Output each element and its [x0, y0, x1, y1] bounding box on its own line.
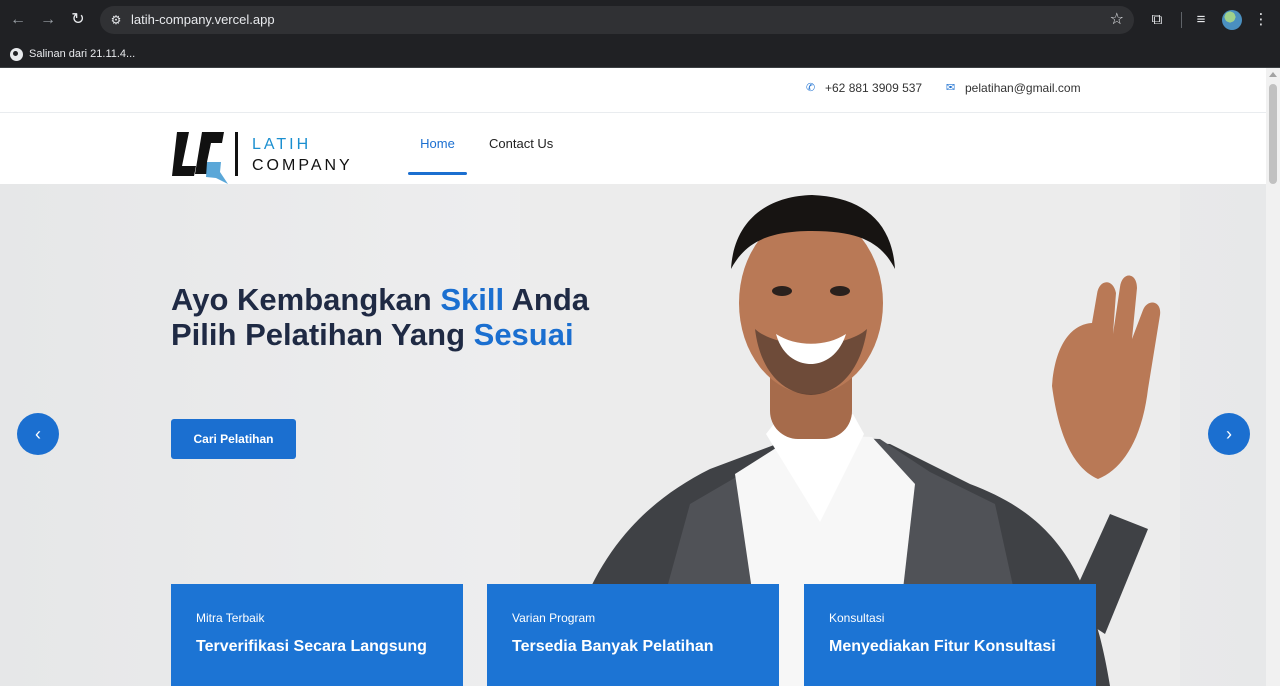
- chevron-left-icon: ‹: [35, 424, 41, 444]
- phone-number: +62 881 3909 537: [825, 81, 923, 95]
- bookmark-item[interactable]: Salinan dari 21.11.4...: [10, 44, 135, 64]
- logo-text-company: COMPANY: [252, 157, 353, 174]
- site-settings-icon[interactable]: ⚙: [108, 12, 124, 28]
- browser-menu-icon[interactable]: ⋮: [1250, 9, 1272, 31]
- vertical-scrollbar[interactable]: [1266, 68, 1280, 686]
- next-slide-button[interactable]: ›: [1208, 413, 1250, 455]
- card-title: Menyediakan Fitur Konsultasi: [829, 638, 1056, 655]
- card-title: Terverifikasi Secara Langsung: [196, 638, 427, 655]
- email-address: pelatihan@gmail.com: [965, 81, 1081, 95]
- headline-part-3: Pilih Pelatihan Yang: [171, 317, 474, 352]
- hero-headline: Ayo Kembangkan Skill Anda Pilih Pelatiha…: [171, 282, 589, 352]
- reload-icon[interactable]: ↻: [66, 8, 90, 32]
- logo-divider: [235, 132, 238, 176]
- phone-contact[interactable]: ✆ +62 881 3909 537: [806, 81, 922, 95]
- nav-home[interactable]: Home: [408, 136, 467, 151]
- card-title: Tersedia Banyak Pelatihan: [512, 638, 714, 655]
- headline-part-2: Anda: [504, 282, 590, 317]
- bookmark-label: Salinan dari 21.11.4...: [29, 48, 136, 60]
- card-eyebrow: Varian Program: [512, 611, 596, 625]
- email-contact[interactable]: ✉ pelatihan@gmail.com: [946, 81, 1081, 95]
- phone-icon: ✆: [806, 82, 816, 94]
- feature-card-konsultasi: Konsultasi Menyediakan Fitur Konsultasi: [804, 584, 1096, 686]
- feature-card-mitra: Mitra Terbaik Terverifikasi Secara Langs…: [171, 584, 463, 686]
- headline-skill: Skill: [440, 282, 505, 317]
- hero-carousel: Ayo Kembangkan Skill Anda Pilih Pelatiha…: [0, 184, 1266, 686]
- forward-icon[interactable]: →: [36, 8, 60, 32]
- extensions-icon[interactable]: ⧉: [1146, 9, 1168, 31]
- card-eyebrow: Mitra Terbaik: [196, 611, 265, 625]
- mail-icon: ✉: [946, 82, 956, 94]
- globe-icon: [10, 47, 23, 61]
- browser-toolbar: ← → ↻ ⚙ latih-company.vercel.app ☆ ⧉ ≡ ⋮: [0, 0, 1280, 40]
- logo-icon[interactable]: [172, 132, 228, 184]
- address-bar[interactable]: ⚙ latih-company.vercel.app ☆: [100, 6, 1134, 34]
- headline-part-1: Ayo Kembangkan: [171, 282, 441, 317]
- cari-pelatihan-button[interactable]: Cari Pelatihan: [171, 419, 296, 459]
- media-control-icon[interactable]: ≡: [1190, 9, 1212, 31]
- back-icon[interactable]: ←: [6, 8, 30, 32]
- toolbar-divider: [1181, 12, 1182, 28]
- logo-text-latih: LATIH: [252, 136, 312, 153]
- card-eyebrow: Konsultasi: [829, 611, 885, 625]
- bookmarks-bar: Salinan dari 21.11.4...: [0, 40, 1280, 68]
- scrollbar-thumb[interactable]: [1269, 84, 1277, 184]
- url-text[interactable]: latih-company.vercel.app: [131, 6, 275, 34]
- chevron-right-icon: ›: [1226, 424, 1232, 444]
- bookmark-star-icon[interactable]: ☆: [1110, 10, 1124, 30]
- previous-slide-button[interactable]: ‹: [17, 413, 59, 455]
- nav-contact-us[interactable]: Contact Us: [489, 136, 553, 151]
- contact-topbar: ✆ +62 881 3909 537 ✉ pelatihan@gmail.com: [0, 68, 1266, 113]
- main-navbar: LATIH COMPANY Home Contact Us: [0, 114, 1266, 184]
- profile-avatar[interactable]: [1222, 10, 1242, 30]
- scroll-up-icon[interactable]: [1269, 72, 1277, 77]
- headline-sesuai: Sesuai: [473, 317, 574, 352]
- web-page: ✆ +62 881 3909 537 ✉ pelatihan@gmail.com…: [0, 68, 1266, 686]
- feature-card-program: Varian Program Tersedia Banyak Pelatihan: [487, 584, 779, 686]
- active-nav-indicator: [408, 172, 467, 175]
